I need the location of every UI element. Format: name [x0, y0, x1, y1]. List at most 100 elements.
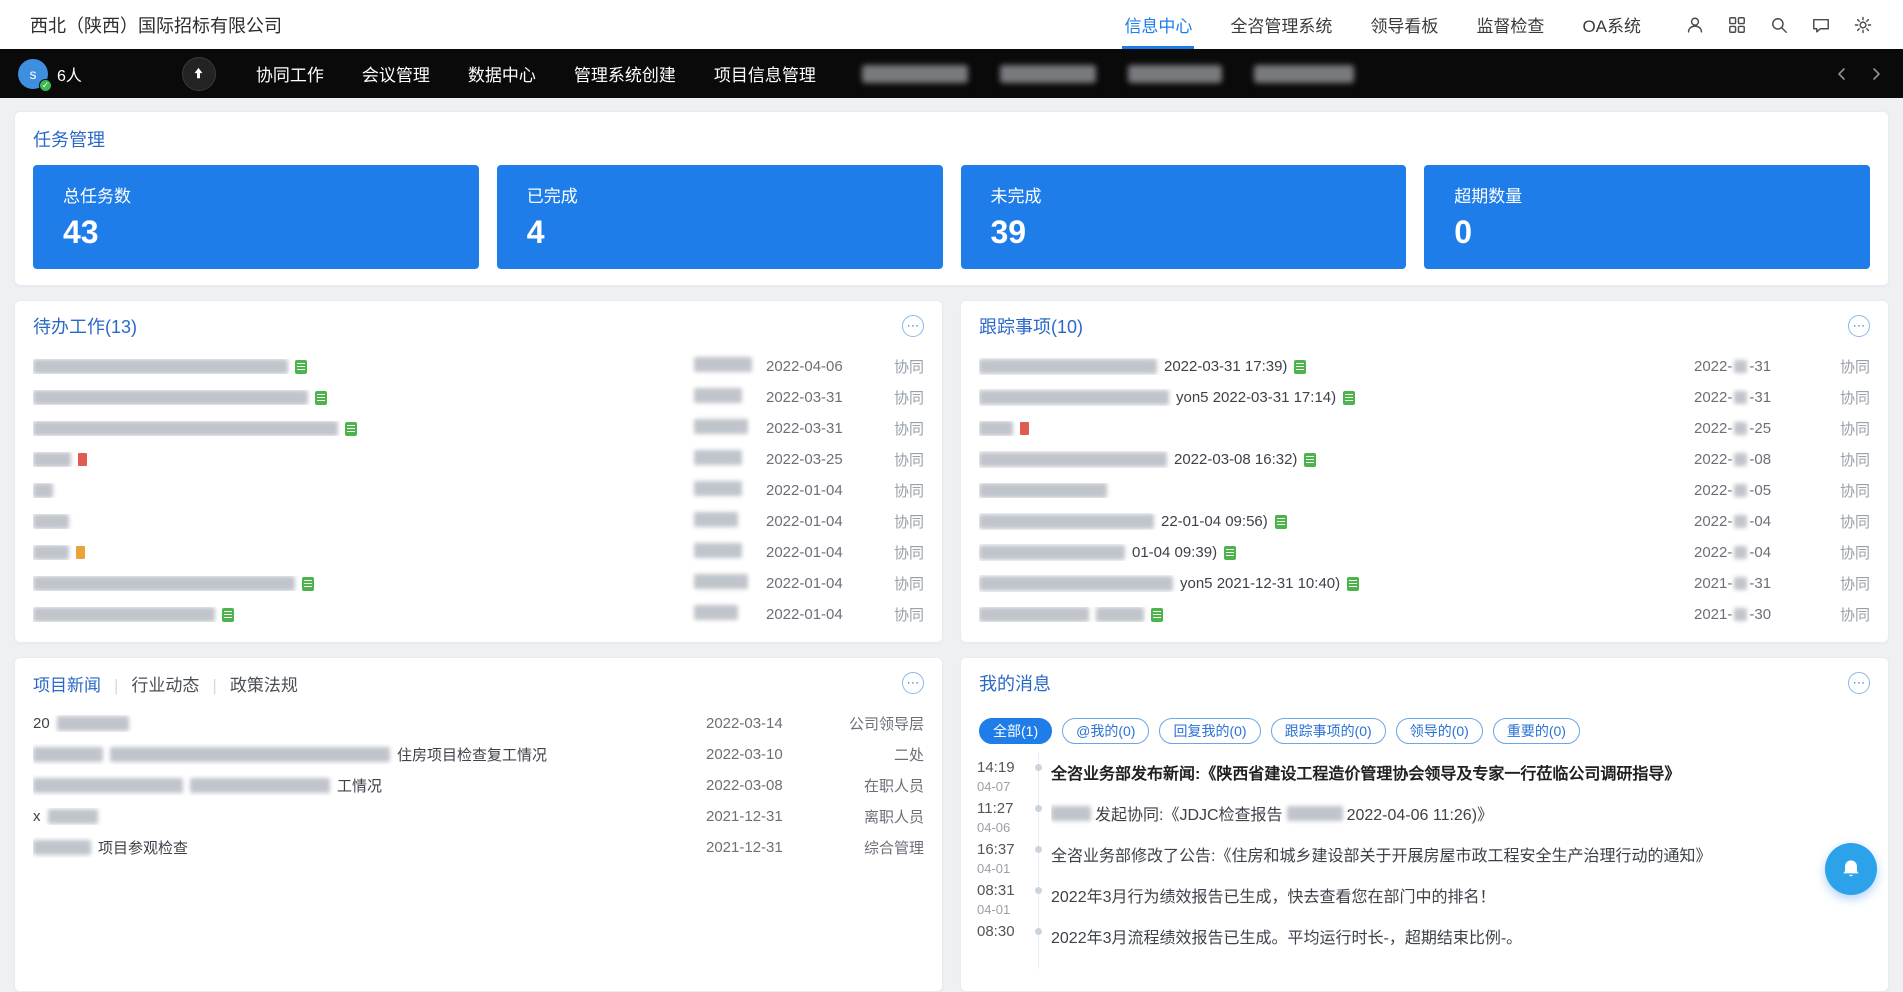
- message-date: 04-06: [977, 820, 1027, 835]
- notifications-fab[interactable]: [1825, 843, 1877, 895]
- news-tab[interactable]: 项目新闻: [33, 671, 101, 696]
- message-filter[interactable]: @我的(0): [1062, 718, 1149, 744]
- todo-item[interactable]: 2022-01-04协同: [33, 506, 924, 537]
- item-content: 20: [33, 715, 706, 732]
- item-tag: 协同: [878, 542, 924, 563]
- search-icon[interactable]: [1769, 15, 1789, 35]
- chat-icon[interactable]: [1811, 15, 1831, 35]
- tracking-item[interactable]: 2022--05协同: [979, 475, 1870, 506]
- tracking-list: 2022-03-31 17:39)2022--31协同yon5 2022-03-…: [961, 351, 1888, 642]
- user-icon[interactable]: [1685, 15, 1705, 35]
- topnav-item[interactable]: 信息中心: [1122, 0, 1194, 49]
- message-filter[interactable]: 领导的(0): [1396, 718, 1483, 744]
- red-flag-icon: [78, 453, 87, 466]
- timeline-rail: [1027, 840, 1051, 881]
- gear-icon[interactable]: [1853, 15, 1873, 35]
- chevron-left-icon[interactable]: [1833, 65, 1851, 83]
- todo-item[interactable]: 2022-01-04协同: [33, 537, 924, 568]
- redacted-text: [1734, 577, 1747, 590]
- panel-title-tracking: 跟踪事项(10): [979, 313, 1083, 339]
- stat-label: 总任务数: [63, 182, 479, 207]
- message-item[interactable]: 16:3704-01全咨业务部修改了公告:《住房和城乡建设部关于开展房屋市政工程…: [977, 840, 1870, 881]
- item-content: yon5 2021-12-31 10:40): [979, 575, 1694, 592]
- news-tab[interactable]: 政策法规: [199, 671, 297, 696]
- more-icon[interactable]: ⋯: [1848, 315, 1870, 337]
- message-date: 04-01: [977, 902, 1027, 917]
- message-filter[interactable]: 全部(1): [979, 718, 1052, 744]
- date-day: -31: [1749, 358, 1771, 375]
- tracking-item[interactable]: yon5 2022-03-31 17:14)2022--31协同: [979, 382, 1870, 413]
- navbar-item[interactable]: 协同工作: [256, 61, 324, 86]
- news-item[interactable]: 工情况2022-03-08在职人员: [33, 770, 924, 801]
- item-date: 2022-01-04: [766, 575, 878, 592]
- item-tag: 协同: [1824, 356, 1870, 377]
- message-filter[interactable]: 重要的(0): [1493, 718, 1580, 744]
- news-item[interactable]: 住房项目检查复工情况2022-03-10二处: [33, 739, 924, 770]
- user-avatar[interactable]: s ✓: [18, 59, 48, 89]
- todo-item[interactable]: 2022-01-04协同: [33, 568, 924, 599]
- tracking-item[interactable]: 22-01-04 09:56)2022--04协同: [979, 506, 1870, 537]
- message-filter[interactable]: 跟踪事项的(0): [1271, 718, 1386, 744]
- launcher-button[interactable]: [182, 57, 216, 91]
- tracking-item[interactable]: yon5 2021-12-31 10:40)2021--31协同: [979, 568, 1870, 599]
- tracking-item[interactable]: 01-04 09:39)2022--04协同: [979, 537, 1870, 568]
- stat-label: 未完成: [991, 182, 1407, 207]
- tracking-panel: 跟踪事项(10) ⋯ 2022-03-31 17:39)2022--31协同yo…: [960, 300, 1889, 643]
- topnav-item[interactable]: 领导看板: [1368, 0, 1440, 49]
- news-item[interactable]: 项目参观检查2021-12-31综合管理: [33, 832, 924, 863]
- message-item[interactable]: 14:1904-07全咨业务部发布新闻:《陕西省建设工程造价管理协会领导及专家一…: [977, 758, 1870, 799]
- more-icon[interactable]: ⋯: [902, 315, 924, 337]
- todo-item[interactable]: 2022-03-31协同: [33, 382, 924, 413]
- todo-item[interactable]: 2022-01-04协同: [33, 599, 924, 630]
- item-content: 项目参观检查: [33, 837, 706, 858]
- todo-item[interactable]: 2022-03-25协同: [33, 444, 924, 475]
- message-item[interactable]: 11:2704-06发起协同:《JDJC检查报告2022-04-06 11:26…: [977, 799, 1870, 840]
- tracking-item[interactable]: 2022-03-31 17:39)2022--31协同: [979, 351, 1870, 382]
- news-list: 202022-03-14公司领导层住房项目检查复工情况2022-03-10二处工…: [15, 708, 942, 875]
- message-item[interactable]: 08:302022年3月流程绩效报告已生成。平均运行时长-，超期结束比例-。: [977, 922, 1870, 963]
- date-day: -05: [1749, 482, 1771, 499]
- date-day: -30: [1749, 606, 1771, 623]
- redacted-text: [1734, 453, 1747, 466]
- tracking-item[interactable]: 2022-03-08 16:32)2022--08协同: [979, 444, 1870, 475]
- stat-value: 0: [1454, 214, 1870, 251]
- apps-grid-icon[interactable]: [1727, 15, 1747, 35]
- message-text: 2022年3月行为绩效报告已生成，快去查看您在部门中的排名！: [1051, 881, 1870, 907]
- redacted-text: [979, 483, 1107, 498]
- navbar-item[interactable]: 会议管理: [362, 61, 430, 86]
- more-icon[interactable]: ⋯: [1848, 672, 1870, 694]
- document-icon: [345, 422, 357, 436]
- topnav-item[interactable]: 全咨管理系统: [1228, 0, 1334, 49]
- tracking-item[interactable]: 2022--25协同: [979, 413, 1870, 444]
- navbar-item[interactable]: 数据中心: [468, 61, 536, 86]
- item-content: 01-04 09:39): [979, 544, 1694, 561]
- chevron-right-icon[interactable]: [1867, 65, 1885, 83]
- redacted-text: [33, 483, 53, 498]
- bottom-row: 项目新闻行业动态政策法规 ⋯ 202022-03-14公司领导层住房项目检查复工…: [14, 657, 1889, 992]
- news-tab[interactable]: 行业动态: [101, 671, 199, 696]
- date-year: 2021-: [1694, 606, 1732, 623]
- topnav-item[interactable]: OA系统: [1580, 0, 1643, 49]
- message-filter[interactable]: 回复我的(0): [1159, 718, 1260, 744]
- todo-item[interactable]: 2022-04-06协同: [33, 351, 924, 382]
- assignee-name: [694, 574, 766, 593]
- todo-panel-header: 待办工作(13) ⋯: [15, 301, 942, 351]
- todo-panel: 待办工作(13) ⋯ 2022-04-06协同2022-03-31协同2022-…: [14, 300, 943, 643]
- tracking-item[interactable]: 2021--30协同: [979, 599, 1870, 630]
- topnav-item[interactable]: 监督检查: [1474, 0, 1546, 49]
- todo-item[interactable]: 2022-01-04协同: [33, 475, 924, 506]
- document-icon: [295, 360, 307, 374]
- news-item[interactable]: 202022-03-14公司领导层: [33, 708, 924, 739]
- news-item[interactable]: x2021-12-31离职人员: [33, 801, 924, 832]
- redacted-text: [694, 543, 742, 558]
- item-tag: 协同: [878, 449, 924, 470]
- item-text: 全咨业务部修改了公告:《住房和城乡建设部关于开展房屋市政工程安全生产治理行动的通…: [1051, 842, 1711, 866]
- navbar-item[interactable]: 项目信息管理: [714, 61, 816, 86]
- item-date: 2022--04: [1694, 513, 1824, 530]
- message-item[interactable]: 08:3104-012022年3月行为绩效报告已生成，快去查看您在部门中的排名！: [977, 881, 1870, 922]
- item-tag: 协同: [1824, 542, 1870, 563]
- todo-item[interactable]: 2022-03-31协同: [33, 413, 924, 444]
- item-content: 住房项目检查复工情况: [33, 744, 706, 765]
- more-icon[interactable]: ⋯: [902, 672, 924, 694]
- navbar-item[interactable]: 管理系统创建: [574, 61, 676, 86]
